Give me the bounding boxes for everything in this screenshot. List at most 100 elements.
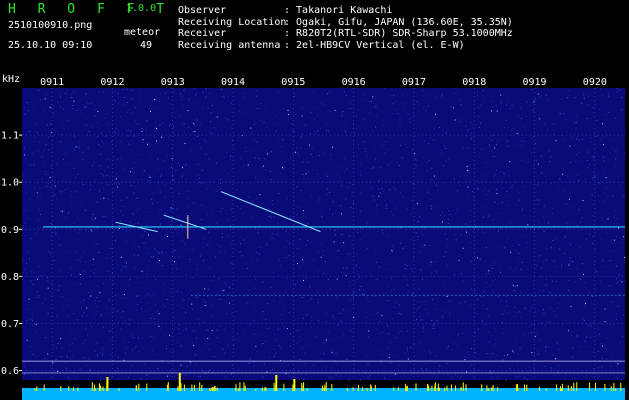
noise-speck [33, 164, 35, 166]
noise-speck [436, 309, 437, 311]
noise-speck [439, 333, 441, 335]
noise-speck [224, 282, 226, 284]
noise-speck [385, 208, 387, 210]
noise-speck [432, 328, 434, 330]
noise-speck [398, 364, 400, 366]
noise-speck [621, 281, 623, 283]
noise-speck [169, 123, 171, 125]
noise-speck [359, 230, 361, 232]
noise-speck [572, 357, 574, 359]
noise-speck [602, 345, 603, 347]
noise-speck [272, 300, 274, 302]
noise-speck [320, 177, 322, 179]
noise-speck [363, 148, 365, 150]
level-peak [595, 382, 596, 391]
noise-speck [480, 259, 482, 261]
noise-speck [524, 308, 526, 310]
noise-speck [615, 236, 617, 238]
noise-speck [390, 362, 391, 364]
noise-speck [466, 231, 468, 233]
noise-speck [373, 199, 375, 201]
noise-speck [60, 338, 62, 340]
noise-speck [506, 305, 508, 307]
noise-speck [337, 250, 338, 252]
noise-speck [306, 244, 308, 246]
noise-speck [103, 197, 105, 199]
noise-speck [299, 266, 301, 268]
noise-speck [88, 291, 90, 293]
noise-speck [59, 285, 60, 287]
noise-speck [203, 182, 205, 184]
noise-speck [238, 110, 240, 112]
noise-speck [427, 312, 428, 314]
noise-speck [609, 324, 611, 326]
noise-speck [295, 114, 297, 115]
level-peak [102, 386, 104, 391]
noise-speck [431, 320, 433, 321]
noise-speck [179, 177, 180, 179]
noise-speck [410, 362, 411, 364]
noise-speck [303, 379, 305, 381]
noise-speck [614, 239, 616, 241]
noise-speck [115, 132, 116, 134]
noise-speck [560, 98, 562, 100]
noise-speck [284, 257, 286, 259]
noise-speck [465, 230, 467, 232]
noise-speck [38, 296, 40, 298]
noise-speck [311, 195, 313, 197]
noise-speck [484, 261, 486, 263]
noise-speck [503, 355, 505, 356]
noise-speck [279, 111, 281, 113]
noise-speck [140, 282, 142, 284]
noise-speck [596, 120, 598, 122]
noise-speck [208, 242, 210, 244]
noise-speck [196, 93, 197, 94]
noise-speck [376, 211, 378, 213]
noise-speck [67, 272, 69, 274]
level-peak [481, 384, 483, 391]
noise-speck [38, 277, 39, 279]
noise-speck [378, 205, 380, 207]
noise-speck [144, 170, 146, 172]
noise-speck [240, 208, 241, 210]
noise-speck [152, 255, 154, 257]
noise-speck [175, 228, 177, 230]
noise-speck [231, 202, 233, 204]
noise-speck [182, 123, 184, 125]
noise-speck [442, 130, 444, 132]
noise-speck [568, 198, 570, 200]
noise-speck [516, 341, 518, 343]
noise-speck [192, 331, 194, 333]
noise-speck [624, 257, 626, 258]
noise-speck [156, 140, 157, 142]
noise-speck [503, 310, 505, 312]
noise-speck [410, 346, 412, 348]
noise-speck [102, 216, 104, 217]
noise-speck [41, 178, 43, 180]
noise-speck [401, 102, 403, 104]
noise-speck [606, 188, 608, 190]
noise-speck [46, 276, 48, 278]
noise-speck [93, 104, 95, 106]
noise-speck [458, 259, 460, 261]
noise-speck [44, 171, 46, 172]
noise-speck [61, 133, 63, 135]
noise-speck [349, 285, 351, 287]
noise-speck [491, 110, 493, 112]
noise-speck [393, 288, 395, 290]
noise-speck [550, 183, 552, 184]
noise-speck [207, 329, 209, 331]
noise-speck [219, 251, 221, 253]
noise-speck [447, 158, 449, 160]
noise-speck [277, 330, 279, 332]
noise-speck [35, 355, 37, 357]
noise-speck [127, 284, 129, 286]
noise-speck [33, 163, 34, 165]
noise-speck [152, 349, 154, 351]
noise-speck [381, 188, 383, 190]
noise-speck [236, 189, 238, 191]
noise-speck [512, 245, 514, 247]
noise-speck [364, 127, 366, 129]
noise-speck [248, 323, 250, 325]
level-peak [60, 386, 62, 391]
